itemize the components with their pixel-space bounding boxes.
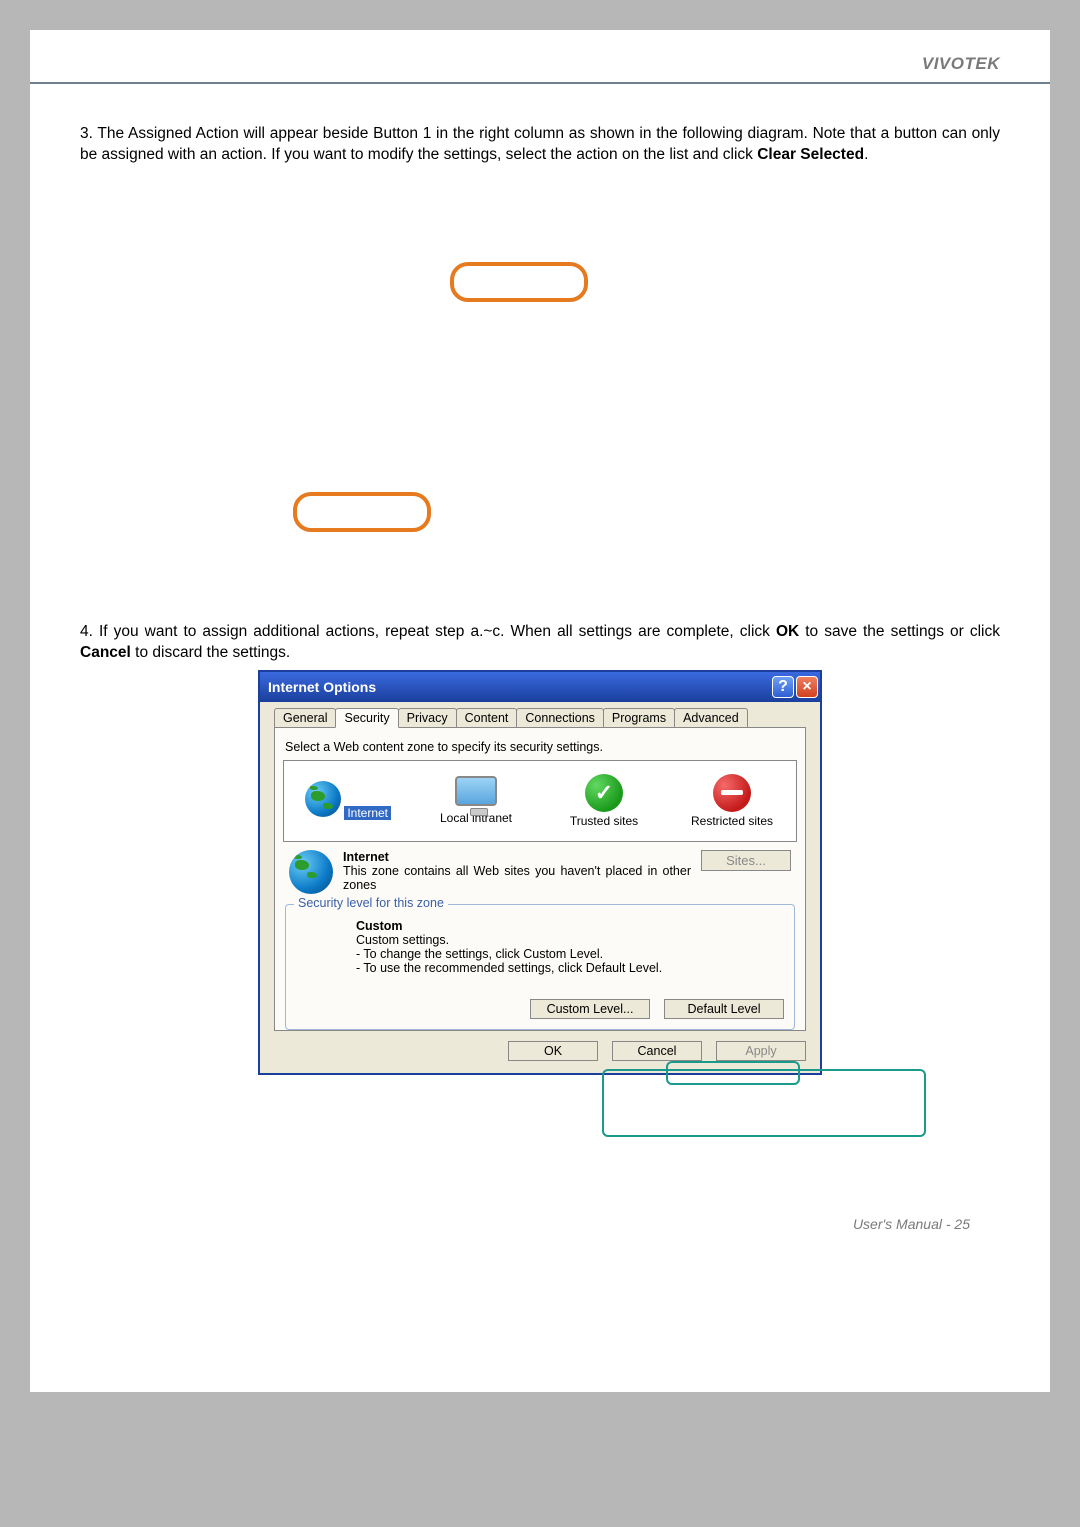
zone-info-desc: This zone contains all Web sites you hav…: [343, 864, 691, 892]
step-4-text-b: to save the settings or click: [799, 623, 1000, 640]
custom-line-2: - To change the settings, click Custom L…: [356, 947, 784, 961]
tab-programs[interactable]: Programs: [603, 708, 675, 728]
step-3-num: 3.: [80, 125, 93, 142]
step-4-text-a: If you want to assign additional actions…: [99, 623, 776, 640]
zone-info-heading: Internet: [343, 850, 691, 864]
dialog-titlebar[interactable]: Internet Options ? ×: [260, 672, 820, 702]
custom-heading: Custom: [356, 919, 784, 933]
globe-icon: [305, 781, 341, 817]
zone-trusted-sites[interactable]: ✓ Trusted sites: [540, 774, 668, 828]
cancel-button[interactable]: Cancel: [612, 1041, 702, 1061]
step-3-bold: Clear Selected: [757, 146, 864, 163]
help-button[interactable]: ?: [772, 676, 794, 698]
ok-button[interactable]: OK: [508, 1041, 598, 1061]
step-4: 4. If you want to assign additional acti…: [80, 622, 1000, 664]
step-4-bold2: Cancel: [80, 644, 131, 661]
page-footer: User's Manual - 25: [853, 1216, 970, 1232]
internet-options-dialog: Internet Options ? × General Security Pr…: [258, 670, 822, 1075]
custom-level-button[interactable]: Custom Level...: [530, 999, 650, 1019]
apply-button[interactable]: Apply: [716, 1041, 806, 1061]
default-level-button[interactable]: Default Level: [664, 999, 784, 1019]
zone-local-intranet[interactable]: Local intranet: [412, 776, 540, 825]
callout-1-icon: [450, 262, 588, 302]
custom-line-1: Custom settings.: [356, 933, 784, 947]
page: VIVOTEK 3. The Assigned Action will appe…: [0, 0, 1080, 1527]
diagram-placeholder: [80, 172, 1000, 592]
monitor-icon: [455, 776, 497, 806]
zone-restricted-sites[interactable]: Restricted sites: [668, 774, 796, 828]
step-4-bold1: OK: [776, 623, 799, 640]
dialog-title: Internet Options: [268, 679, 770, 695]
tab-security[interactable]: Security: [335, 708, 398, 728]
stop-icon: [713, 774, 751, 812]
tab-privacy[interactable]: Privacy: [398, 708, 457, 728]
tab-advanced[interactable]: Advanced: [674, 708, 748, 728]
tab-general[interactable]: General: [274, 708, 336, 728]
zones-list[interactable]: Internet Local intranet ✓ Trusted sites: [283, 760, 797, 842]
step-4-num: 4.: [80, 623, 93, 640]
custom-line-3: - To use the recommended settings, click…: [356, 961, 784, 975]
zone-hint: Select a Web content zone to specify its…: [285, 740, 797, 754]
check-icon: ✓: [585, 774, 623, 812]
page-header: VIVOTEK: [30, 30, 1050, 84]
annotation-bottom-buttons: [602, 1069, 926, 1137]
step-4-text-c: to discard the settings.: [131, 644, 290, 661]
zone-internet-label: Internet: [344, 806, 391, 820]
tab-connections[interactable]: Connections: [516, 708, 604, 728]
security-level-legend: Security level for this zone: [294, 896, 448, 910]
step-3-text-b: .: [864, 146, 868, 163]
brand-text: VIVOTEK: [922, 54, 1000, 73]
zone-internet[interactable]: Internet: [284, 781, 412, 820]
tabs-row: General Security Privacy Content Connect…: [260, 702, 820, 728]
close-button[interactable]: ×: [796, 676, 818, 698]
step-3: 3. The Assigned Action will appear besid…: [80, 124, 1000, 166]
zone-restricted-sites-label: Restricted sites: [668, 814, 796, 828]
security-level-fieldset: Security level for this zone Custom Cust…: [285, 904, 795, 1030]
zone-info-icon: [289, 850, 333, 894]
tab-body: Select a Web content zone to specify its…: [274, 727, 806, 1031]
callout-2-icon: [293, 492, 431, 532]
tab-content[interactable]: Content: [456, 708, 518, 728]
zone-trusted-sites-label: Trusted sites: [540, 814, 668, 828]
sites-button[interactable]: Sites...: [701, 850, 791, 871]
